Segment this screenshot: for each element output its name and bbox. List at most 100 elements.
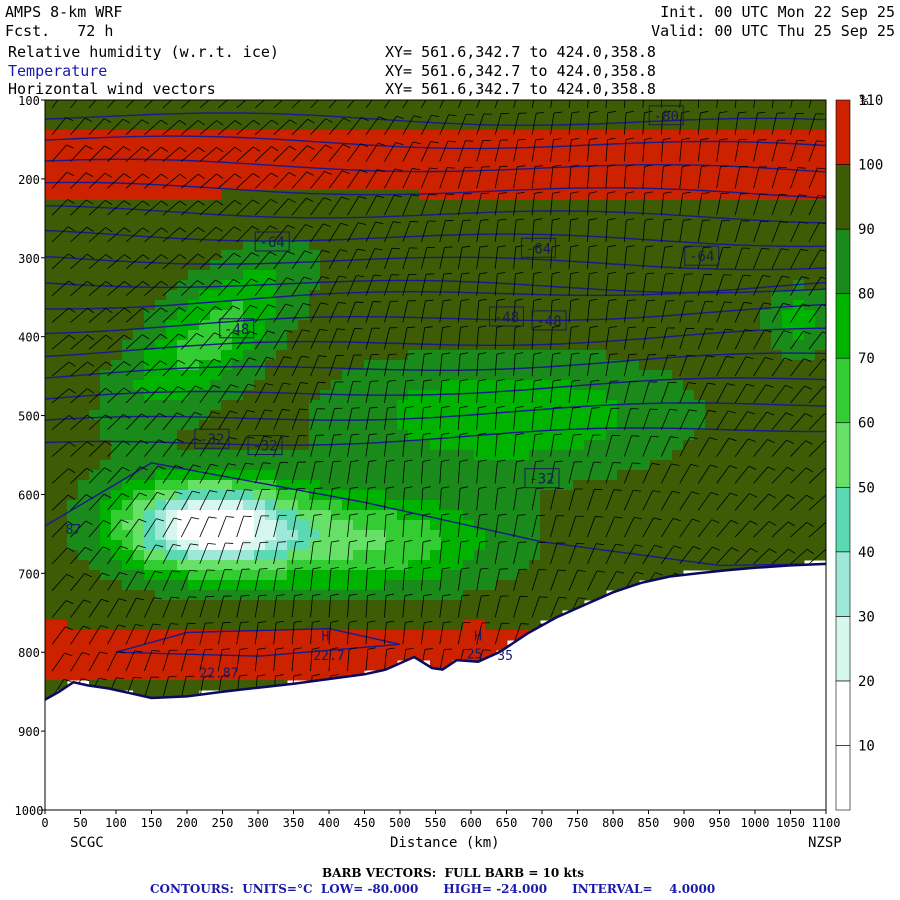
rh-cell	[276, 220, 288, 231]
rh-cell	[507, 240, 519, 251]
rh-cell	[782, 390, 794, 401]
rh-cell	[320, 230, 332, 241]
rh-cell	[408, 500, 420, 511]
rh-cell	[188, 650, 200, 661]
rh-cell	[760, 150, 772, 161]
rh-cell	[342, 110, 354, 121]
rh-cell	[276, 610, 288, 621]
rh-cell	[804, 180, 816, 191]
rh-cell	[485, 400, 497, 411]
rh-cell	[122, 340, 134, 351]
rh-cell	[408, 450, 420, 461]
rh-cell	[56, 590, 68, 601]
rh-cell	[56, 560, 68, 571]
wind-barb-feather	[481, 192, 490, 195]
rh-cell	[441, 600, 453, 611]
rh-cell	[507, 290, 519, 301]
rh-cell	[617, 400, 629, 411]
rh-cell	[298, 240, 310, 251]
rh-cell	[221, 240, 233, 251]
rh-cell	[760, 120, 772, 131]
wind-barb-feather	[446, 167, 456, 169]
rh-cell	[210, 270, 222, 281]
rh-cell	[78, 430, 90, 441]
rh-cell	[45, 370, 57, 381]
rh-cell	[144, 510, 156, 521]
rh-cell	[463, 450, 475, 461]
rh-cell	[144, 660, 156, 671]
rh-cell	[452, 450, 464, 461]
rh-cell	[353, 590, 365, 601]
rh-cell	[441, 450, 453, 461]
rh-cell	[45, 480, 57, 491]
rh-cell	[782, 540, 794, 551]
rh-cell	[221, 580, 233, 591]
rh-cell	[265, 520, 277, 531]
rh-cell	[749, 360, 761, 371]
rh-cell	[749, 320, 761, 331]
rh-cell	[320, 240, 332, 251]
rh-cell	[276, 120, 288, 131]
rh-cell	[45, 290, 57, 301]
rh-cell	[595, 270, 607, 281]
rh-cell	[386, 210, 398, 221]
rh-cell	[683, 520, 695, 531]
rh-cell	[155, 330, 167, 341]
rh-cell	[716, 370, 728, 381]
rh-cell	[672, 500, 684, 511]
rh-cell	[45, 570, 57, 581]
rh-cell	[45, 640, 57, 651]
rh-cell	[408, 400, 420, 411]
rh-cell	[89, 410, 101, 421]
rh-cell	[793, 230, 805, 241]
rh-cell	[496, 420, 508, 431]
rh-cell	[287, 100, 299, 111]
rh-cell	[122, 660, 134, 671]
rh-cell	[419, 260, 431, 271]
rh-cell	[78, 660, 90, 671]
rh-cell	[694, 190, 706, 201]
rh-cell	[144, 650, 156, 661]
rh-cell	[419, 570, 431, 581]
rh-cell	[309, 570, 321, 581]
rh-cell	[760, 470, 772, 481]
rh-cell	[353, 520, 365, 531]
rh-cell	[133, 100, 145, 111]
rh-cell	[760, 340, 772, 351]
rh-cell	[584, 570, 596, 581]
rh-cell	[122, 610, 134, 621]
rh-cell	[45, 610, 57, 621]
rh-cell	[56, 360, 68, 371]
rh-cell	[496, 400, 508, 411]
rh-cell	[760, 210, 772, 221]
rh-cell	[122, 430, 134, 441]
rh-cell	[166, 190, 178, 201]
rh-cell	[507, 440, 519, 451]
rh-cell	[133, 410, 145, 421]
rh-cell	[804, 290, 816, 301]
rh-cell	[485, 610, 497, 621]
rh-cell	[452, 440, 464, 451]
rh-cell	[364, 480, 376, 491]
rh-cell	[738, 100, 750, 111]
rh-cell	[177, 590, 189, 601]
rh-cell	[782, 300, 794, 311]
rh-cell	[551, 270, 563, 281]
rh-cell	[815, 350, 826, 361]
rh-cell	[551, 280, 563, 291]
rh-cell	[254, 460, 266, 471]
rh-cell	[430, 310, 442, 321]
rh-cell	[760, 200, 772, 211]
rh-cell	[474, 530, 486, 541]
rh-cell	[496, 180, 508, 191]
rh-cell	[144, 210, 156, 221]
rh-cell	[573, 310, 585, 321]
rh-cell	[771, 490, 783, 501]
rh-cell	[518, 490, 530, 501]
rh-cell	[760, 450, 772, 461]
rh-cell	[529, 410, 541, 421]
rh-cell	[738, 150, 750, 161]
rh-cell	[650, 460, 662, 471]
rh-cell	[353, 300, 365, 311]
rh-cell	[254, 330, 266, 341]
